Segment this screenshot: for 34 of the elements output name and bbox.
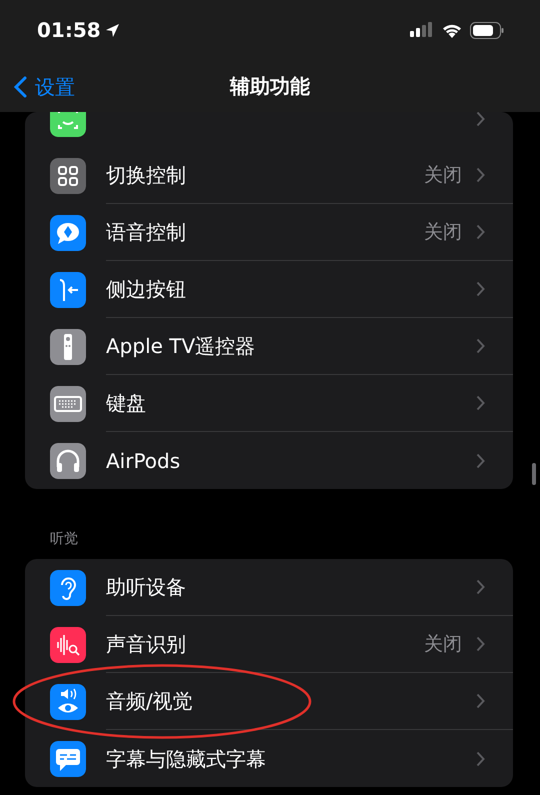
row-label: 音频/视觉 bbox=[106, 688, 194, 715]
chevron-icon bbox=[476, 636, 485, 652]
section-header: 听觉 bbox=[50, 530, 79, 549]
chevron-icon bbox=[476, 338, 485, 354]
battery-icon bbox=[470, 22, 504, 38]
row-label: Apple TV遥控器 bbox=[106, 333, 256, 360]
signal-icon bbox=[410, 22, 434, 38]
chevron-icon bbox=[476, 281, 485, 297]
chevron-icon bbox=[476, 167, 485, 183]
row-label: 键盘 bbox=[106, 390, 147, 417]
location-icon bbox=[104, 22, 120, 38]
row-label: AirPods bbox=[106, 448, 182, 474]
row-label: 字幕与隐藏式字幕 bbox=[106, 746, 267, 772]
chevron-icon bbox=[476, 452, 485, 468]
status-time: 01:58 bbox=[37, 17, 101, 44]
row-value: 关闭 bbox=[424, 162, 462, 188]
row-label: 语音控制 bbox=[106, 219, 187, 246]
back-button[interactable]: 设置 bbox=[14, 72, 75, 102]
chevron-icon bbox=[476, 750, 485, 766]
chevron-icon bbox=[476, 693, 485, 709]
chevron-icon bbox=[476, 579, 485, 595]
scroll-indicator bbox=[532, 463, 536, 485]
row-label: 切换控制 bbox=[106, 162, 187, 189]
chevron-icon bbox=[476, 224, 485, 240]
row-label: 助听设备 bbox=[106, 574, 187, 601]
row-label: 声音识别 bbox=[106, 631, 187, 658]
row-label: 侧边按钮 bbox=[106, 276, 187, 303]
chevron-icon bbox=[476, 395, 485, 411]
row-value: 关闭 bbox=[424, 632, 462, 657]
back-chevron-icon bbox=[14, 76, 27, 98]
row-value: 关闭 bbox=[424, 220, 462, 245]
chevron-icon bbox=[476, 112, 485, 126]
page-title: 辅助功能 bbox=[230, 73, 310, 100]
wifi-icon bbox=[442, 22, 462, 38]
